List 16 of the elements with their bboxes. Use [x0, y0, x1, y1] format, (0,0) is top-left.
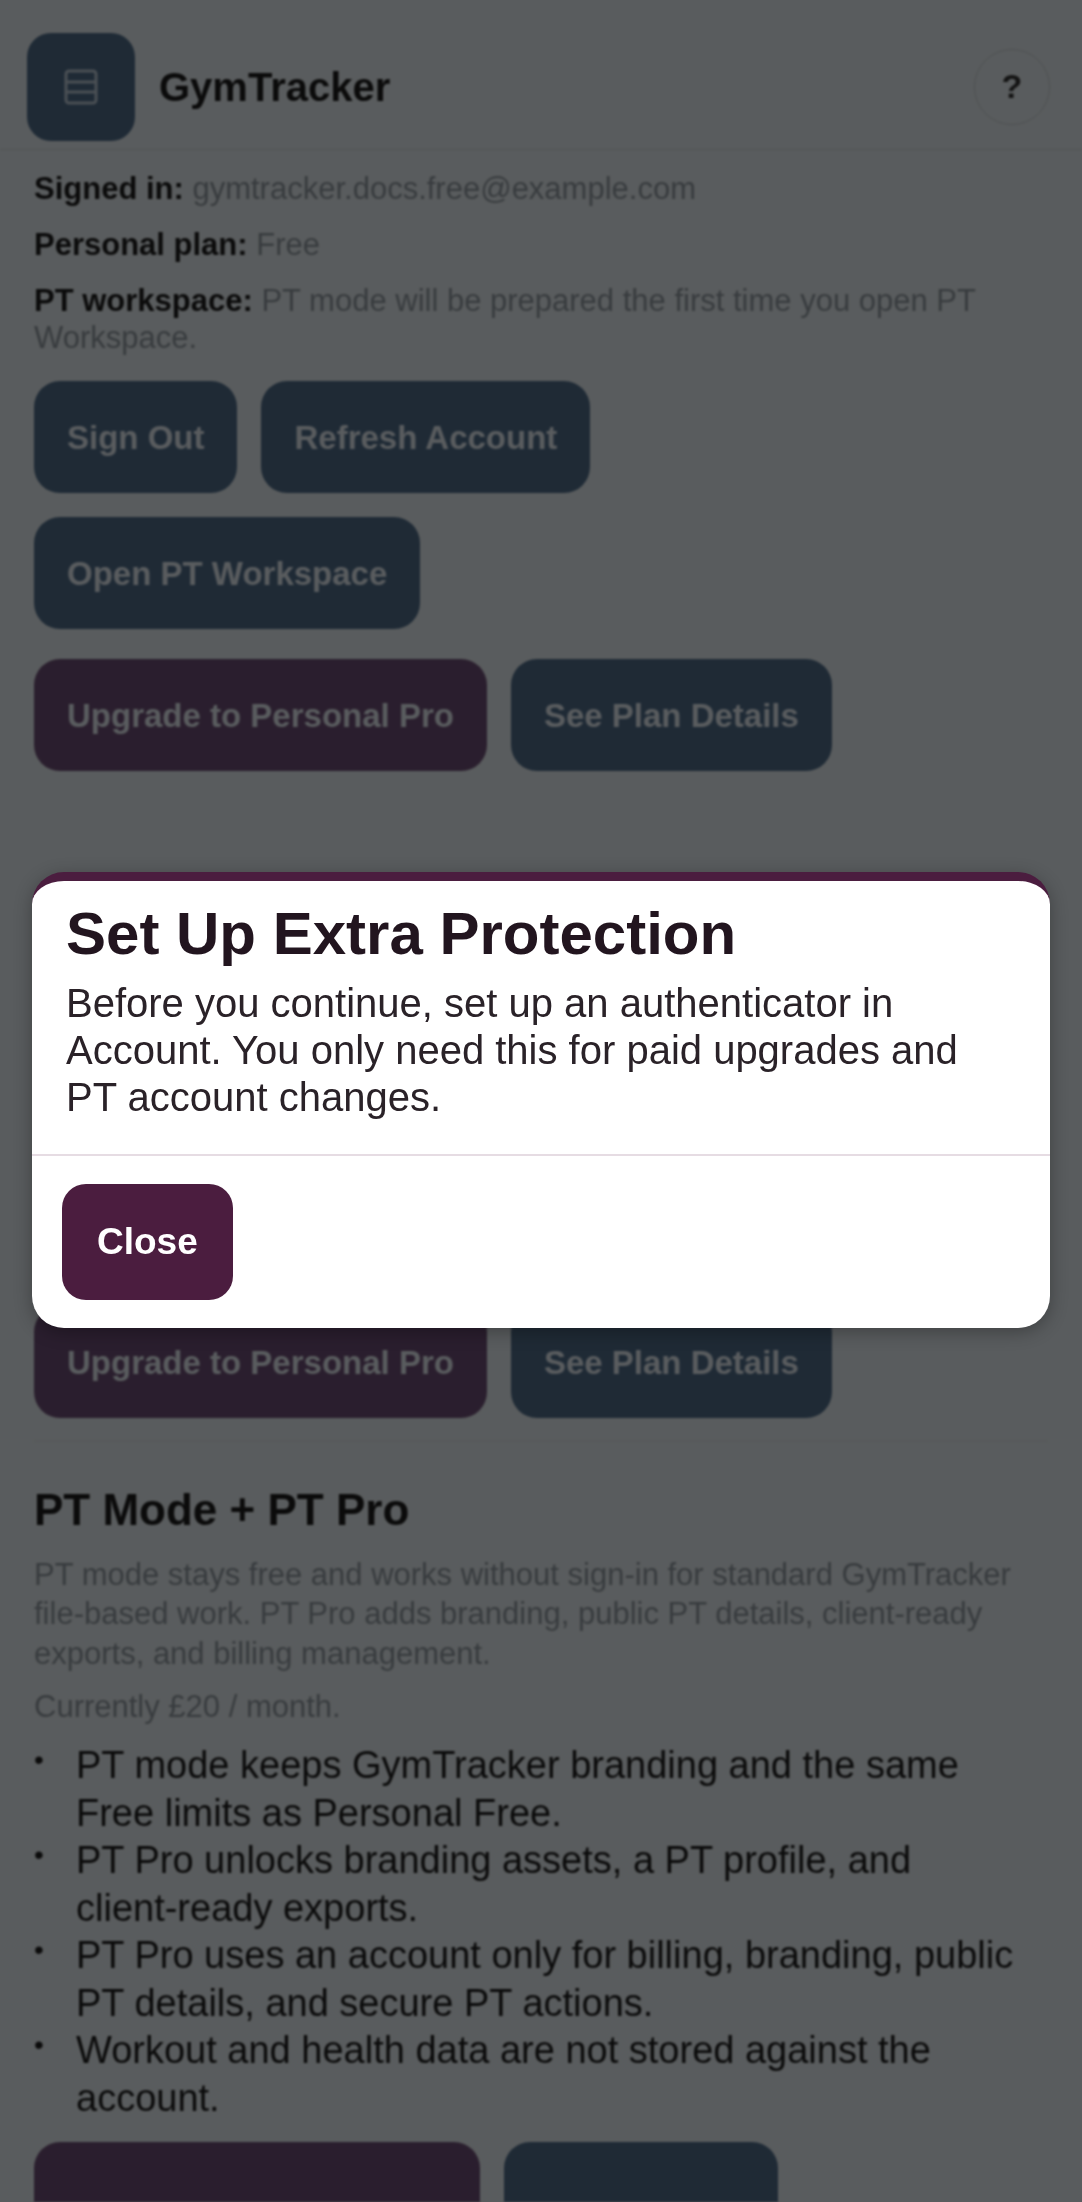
feature-item: PT mode keeps GymTracker branding and the same Free limits as Personal Free.	[76, 1743, 960, 1836]
app-title: GymTracker	[159, 63, 391, 111]
close-button[interactable]: Close	[62, 1183, 233, 1300]
help-button[interactable]: ?	[974, 48, 1050, 125]
section-heading: PT Mode + PT Pro	[34, 1484, 411, 1537]
menu-button[interactable]	[27, 32, 135, 141]
bullet-marker: •	[34, 1743, 45, 1778]
modal-title: Set Up Extra Protection	[66, 899, 738, 968]
menu-icon	[64, 68, 98, 105]
bullet-marker: •	[34, 2028, 45, 2063]
bullet-marker: •	[34, 1838, 45, 1873]
bullet-marker: •	[34, 1933, 45, 1968]
feature-item: PT Pro uses an account only for billing, branding, public PT details, and secure PT actions.	[76, 1933, 1015, 2026]
feature-item: Workout and health data are not stored against the account.	[76, 2028, 932, 2121]
modal-message: Before you continue, set up an authenticator in Account. You only need this for paid upgrades and PT account changes.	[66, 980, 959, 1122]
feature-item: PT Pro unlocks branding assets, a PT profile, and client-ready exports.	[76, 1838, 913, 1931]
